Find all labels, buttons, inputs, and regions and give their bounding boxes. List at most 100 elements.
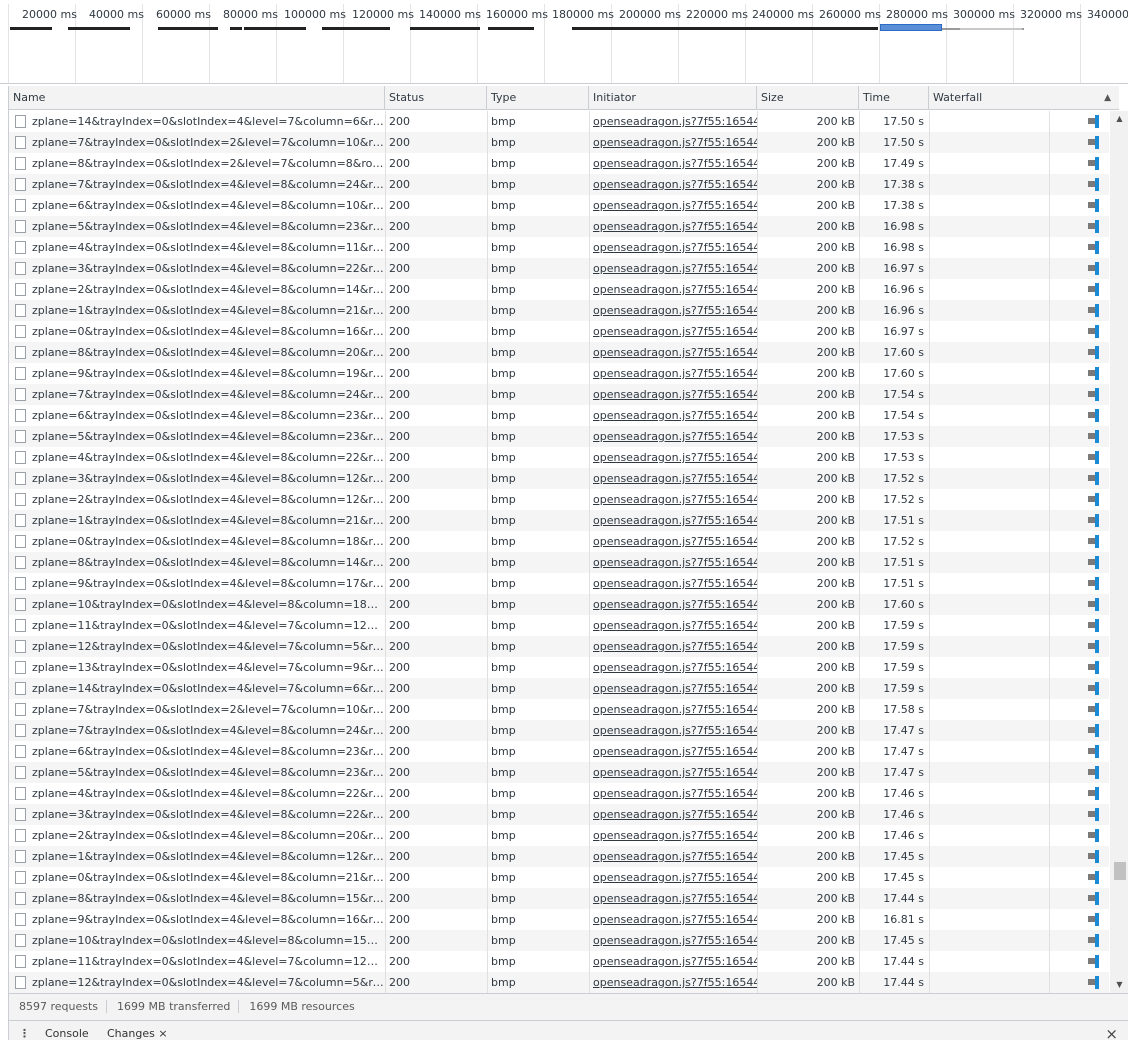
- request-name-cell[interactable]: zplane=6&trayIndex=0&slotIndex=4&level=8…: [9, 405, 385, 426]
- table-row[interactable]: zplane=9&trayIndex=0&slotIndex=4&level=8…: [9, 363, 1109, 384]
- initiator-link[interactable]: openseadragon.js?7f55:16544: [589, 258, 757, 279]
- request-name-cell[interactable]: zplane=11&trayIndex=0&slotIndex=4&level=…: [9, 951, 385, 972]
- initiator-link[interactable]: openseadragon.js?7f55:16544: [589, 153, 757, 174]
- initiator-link[interactable]: openseadragon.js?7f55:16544: [589, 195, 757, 216]
- request-name-cell[interactable]: zplane=0&trayIndex=0&slotIndex=4&level=8…: [9, 867, 385, 888]
- table-row[interactable]: zplane=3&trayIndex=0&slotIndex=4&level=8…: [9, 804, 1109, 825]
- table-row[interactable]: zplane=4&trayIndex=0&slotIndex=4&level=8…: [9, 237, 1109, 258]
- request-name-cell[interactable]: zplane=14&trayIndex=0&slotIndex=4&level=…: [9, 678, 385, 699]
- request-name-cell[interactable]: zplane=5&trayIndex=0&slotIndex=4&level=8…: [9, 426, 385, 447]
- initiator-link[interactable]: openseadragon.js?7f55:16544: [589, 594, 757, 615]
- initiator-link[interactable]: openseadragon.js?7f55:16544: [589, 426, 757, 447]
- initiator-link[interactable]: openseadragon.js?7f55:16544: [589, 132, 757, 153]
- initiator-link[interactable]: openseadragon.js?7f55:16544: [589, 237, 757, 258]
- initiator-link[interactable]: openseadragon.js?7f55:16544: [589, 321, 757, 342]
- table-row[interactable]: zplane=1&trayIndex=0&slotIndex=4&level=8…: [9, 300, 1109, 321]
- request-name-cell[interactable]: zplane=9&trayIndex=0&slotIndex=4&level=8…: [9, 909, 385, 930]
- initiator-link[interactable]: openseadragon.js?7f55:16544: [589, 174, 757, 195]
- request-name-cell[interactable]: zplane=2&trayIndex=0&slotIndex=4&level=8…: [9, 279, 385, 300]
- request-name-cell[interactable]: zplane=8&trayIndex=0&slotIndex=4&level=8…: [9, 342, 385, 363]
- table-row[interactable]: zplane=0&trayIndex=0&slotIndex=4&level=8…: [9, 531, 1109, 552]
- table-row[interactable]: zplane=8&trayIndex=0&slotIndex=4&level=8…: [9, 888, 1109, 909]
- request-name-cell[interactable]: zplane=5&trayIndex=0&slotIndex=4&level=8…: [9, 762, 385, 783]
- table-row[interactable]: zplane=2&trayIndex=0&slotIndex=4&level=8…: [9, 825, 1109, 846]
- initiator-link[interactable]: openseadragon.js?7f55:16544: [589, 405, 757, 426]
- table-row[interactable]: zplane=7&trayIndex=0&slotIndex=4&level=8…: [9, 720, 1109, 741]
- close-drawer-icon[interactable]: ×: [1105, 1021, 1118, 1047]
- initiator-link[interactable]: openseadragon.js?7f55:16544: [589, 657, 757, 678]
- scroll-up-arrow-icon[interactable]: ▲: [1110, 111, 1128, 127]
- initiator-link[interactable]: openseadragon.js?7f55:16544: [589, 111, 757, 132]
- scroll-down-arrow-icon[interactable]: ▼: [1110, 977, 1128, 993]
- table-row[interactable]: zplane=3&trayIndex=0&slotIndex=4&level=8…: [9, 468, 1109, 489]
- request-name-cell[interactable]: zplane=1&trayIndex=0&slotIndex=4&level=8…: [9, 846, 385, 867]
- initiator-link[interactable]: openseadragon.js?7f55:16544: [589, 279, 757, 300]
- initiator-link[interactable]: openseadragon.js?7f55:16544: [589, 552, 757, 573]
- initiator-link[interactable]: openseadragon.js?7f55:16544: [589, 762, 757, 783]
- initiator-link[interactable]: openseadragon.js?7f55:16544: [589, 636, 757, 657]
- table-row[interactable]: zplane=9&trayIndex=0&slotIndex=4&level=8…: [9, 909, 1109, 930]
- table-row[interactable]: zplane=7&trayIndex=0&slotIndex=2&level=7…: [9, 699, 1109, 720]
- initiator-link[interactable]: openseadragon.js?7f55:16544: [589, 447, 757, 468]
- table-row[interactable]: zplane=8&trayIndex=0&slotIndex=4&level=8…: [9, 342, 1109, 363]
- request-name-cell[interactable]: zplane=10&trayIndex=0&slotIndex=4&level=…: [9, 594, 385, 615]
- initiator-link[interactable]: openseadragon.js?7f55:16544: [589, 510, 757, 531]
- request-name-cell[interactable]: zplane=14&trayIndex=0&slotIndex=4&level=…: [9, 111, 385, 132]
- initiator-link[interactable]: openseadragon.js?7f55:16544: [589, 930, 757, 951]
- request-name-cell[interactable]: zplane=6&trayIndex=0&slotIndex=4&level=8…: [9, 195, 385, 216]
- tab-changes[interactable]: Changes ×: [107, 1021, 168, 1047]
- table-row[interactable]: zplane=8&trayIndex=0&slotIndex=2&level=7…: [9, 153, 1109, 174]
- table-row[interactable]: zplane=11&trayIndex=0&slotIndex=4&level=…: [9, 615, 1109, 636]
- request-name-cell[interactable]: zplane=1&trayIndex=0&slotIndex=4&level=8…: [9, 510, 385, 531]
- request-name-cell[interactable]: zplane=4&trayIndex=0&slotIndex=4&level=8…: [9, 783, 385, 804]
- table-row[interactable]: zplane=6&trayIndex=0&slotIndex=4&level=8…: [9, 195, 1109, 216]
- table-row[interactable]: zplane=13&trayIndex=0&slotIndex=4&level=…: [9, 657, 1109, 678]
- table-row[interactable]: zplane=3&trayIndex=0&slotIndex=4&level=8…: [9, 258, 1109, 279]
- initiator-link[interactable]: openseadragon.js?7f55:16544: [589, 531, 757, 552]
- table-row[interactable]: zplane=14&trayIndex=0&slotIndex=4&level=…: [9, 111, 1109, 132]
- table-row[interactable]: zplane=8&trayIndex=0&slotIndex=4&level=8…: [9, 552, 1109, 573]
- request-name-cell[interactable]: zplane=11&trayIndex=0&slotIndex=4&level=…: [9, 615, 385, 636]
- scrollbar-thumb[interactable]: [1114, 862, 1126, 880]
- tab-console[interactable]: Console: [45, 1021, 89, 1047]
- initiator-link[interactable]: openseadragon.js?7f55:16544: [589, 678, 757, 699]
- table-row[interactable]: zplane=14&trayIndex=0&slotIndex=4&level=…: [9, 678, 1109, 699]
- initiator-link[interactable]: openseadragon.js?7f55:16544: [589, 972, 757, 993]
- request-name-cell[interactable]: zplane=10&trayIndex=0&slotIndex=4&level=…: [9, 930, 385, 951]
- initiator-link[interactable]: openseadragon.js?7f55:16544: [589, 300, 757, 321]
- column-header-type[interactable]: Type: [487, 86, 589, 110]
- request-name-cell[interactable]: zplane=9&trayIndex=0&slotIndex=4&level=8…: [9, 363, 385, 384]
- sort-ascending-icon[interactable]: ▲: [1104, 86, 1111, 110]
- request-name-cell[interactable]: zplane=8&trayIndex=0&slotIndex=4&level=8…: [9, 552, 385, 573]
- request-name-cell[interactable]: zplane=0&trayIndex=0&slotIndex=4&level=8…: [9, 531, 385, 552]
- initiator-link[interactable]: openseadragon.js?7f55:16544: [589, 615, 757, 636]
- request-name-cell[interactable]: zplane=7&trayIndex=0&slotIndex=2&level=7…: [9, 132, 385, 153]
- network-overview[interactable]: 20000 ms 40000 ms 60000 ms 80000 ms 100000 m…: [0, 0, 1128, 84]
- initiator-link[interactable]: openseadragon.js?7f55:16544: [589, 825, 757, 846]
- initiator-link[interactable]: openseadragon.js?7f55:16544: [589, 363, 757, 384]
- table-row[interactable]: zplane=5&trayIndex=0&slotIndex=4&level=8…: [9, 216, 1109, 237]
- initiator-link[interactable]: openseadragon.js?7f55:16544: [589, 216, 757, 237]
- initiator-link[interactable]: openseadragon.js?7f55:16544: [589, 741, 757, 762]
- table-row[interactable]: zplane=12&trayIndex=0&slotIndex=4&level=…: [9, 636, 1109, 657]
- request-name-cell[interactable]: zplane=12&trayIndex=0&slotIndex=4&level=…: [9, 636, 385, 657]
- table-row[interactable]: zplane=12&trayIndex=0&slotIndex=4&level=…: [9, 972, 1109, 993]
- initiator-link[interactable]: openseadragon.js?7f55:16544: [589, 804, 757, 825]
- initiator-link[interactable]: openseadragon.js?7f55:16544: [589, 888, 757, 909]
- column-header-size[interactable]: Size: [757, 86, 859, 110]
- request-name-cell[interactable]: zplane=7&trayIndex=0&slotIndex=4&level=8…: [9, 384, 385, 405]
- table-row[interactable]: zplane=1&trayIndex=0&slotIndex=4&level=8…: [9, 510, 1109, 531]
- request-name-cell[interactable]: zplane=3&trayIndex=0&slotIndex=4&level=8…: [9, 468, 385, 489]
- table-row[interactable]: zplane=7&trayIndex=0&slotIndex=4&level=8…: [9, 174, 1109, 195]
- request-name-cell[interactable]: zplane=0&trayIndex=0&slotIndex=4&level=8…: [9, 321, 385, 342]
- initiator-link[interactable]: openseadragon.js?7f55:16544: [589, 783, 757, 804]
- table-row[interactable]: zplane=5&trayIndex=0&slotIndex=4&level=8…: [9, 426, 1109, 447]
- table-row[interactable]: zplane=11&trayIndex=0&slotIndex=4&level=…: [9, 951, 1109, 972]
- table-row[interactable]: zplane=9&trayIndex=0&slotIndex=4&level=8…: [9, 573, 1109, 594]
- initiator-link[interactable]: openseadragon.js?7f55:16544: [589, 468, 757, 489]
- request-name-cell[interactable]: zplane=6&trayIndex=0&slotIndex=4&level=8…: [9, 741, 385, 762]
- column-header-initiator[interactable]: Initiator: [589, 86, 757, 110]
- table-row[interactable]: zplane=1&trayIndex=0&slotIndex=4&level=8…: [9, 846, 1109, 867]
- request-name-cell[interactable]: zplane=13&trayIndex=0&slotIndex=4&level=…: [9, 657, 385, 678]
- table-row[interactable]: zplane=7&trayIndex=0&slotIndex=2&level=7…: [9, 132, 1109, 153]
